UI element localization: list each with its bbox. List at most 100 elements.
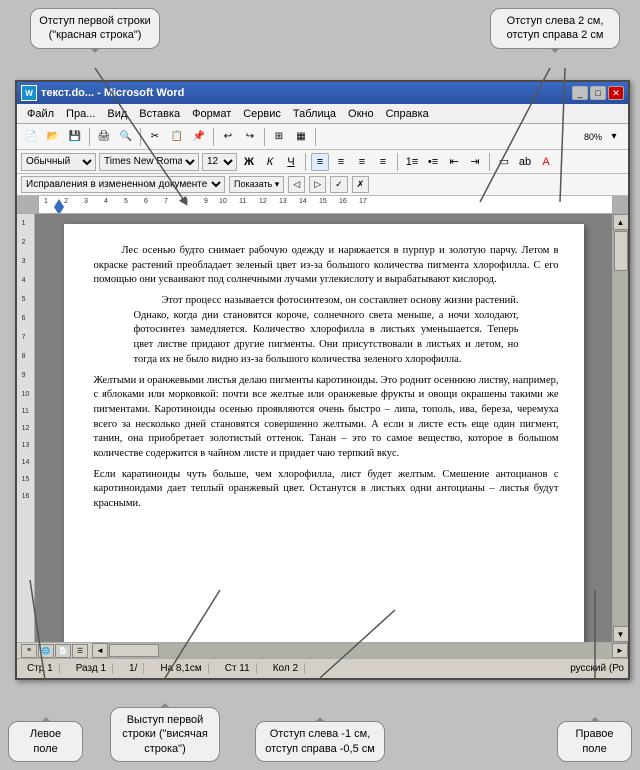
scroll-down-button[interactable]: ▼ xyxy=(613,626,629,642)
scroll-left-button[interactable]: ◄ xyxy=(92,643,108,658)
title-bar-controls: _ □ ✕ xyxy=(572,86,624,100)
menu-help[interactable]: Справка xyxy=(380,106,435,122)
fmt-sep-1 xyxy=(305,153,306,171)
copy-button[interactable]: 📋 xyxy=(167,127,187,147)
scroll-right-button[interactable]: ► xyxy=(612,643,628,658)
maximize-button[interactable]: □ xyxy=(590,86,606,100)
decrease-indent-button[interactable]: ⇤ xyxy=(445,153,463,171)
status-language: русский (Ро xyxy=(570,663,624,674)
toolbar-sep-4 xyxy=(264,128,265,146)
paragraph-4: Если каратиноиды чуть больше, чем хлороф… xyxy=(94,468,559,512)
bubble-top-right: Отступ слева 2 см, отступ справа 2 см xyxy=(490,8,620,49)
style-select[interactable]: Обычный xyxy=(21,153,96,171)
status-bar: Стр 1 Разд 1 1/ На 8,1см Ст 11 Кол 2 рус… xyxy=(17,658,628,678)
scroll-track[interactable] xyxy=(613,230,628,626)
title-bar-text: текст.do... - Microsoft Word xyxy=(41,87,572,99)
normal-view-button[interactable]: ≡ xyxy=(21,644,37,658)
align-center-button[interactable]: ≡ xyxy=(332,153,350,171)
bubble-bottom-third: Отступ слева -1 см, отступ справа -0,5 с… xyxy=(255,721,385,762)
outline-view-button[interactable]: ☰ xyxy=(72,644,88,658)
italic-button[interactable]: К xyxy=(261,153,279,171)
align-right-button[interactable]: ≡ xyxy=(353,153,371,171)
status-line: Ст 11 xyxy=(219,663,257,674)
bubble-bottom-second: Выступ первой строки ("висячая строка") xyxy=(110,707,220,762)
open-button[interactable]: 📂 xyxy=(43,127,63,147)
size-select[interactable]: 12 xyxy=(202,153,237,171)
track-accept-button[interactable]: ✓ xyxy=(330,176,348,193)
status-section: Разд 1 xyxy=(70,663,113,674)
print-view-button[interactable]: 📄 xyxy=(55,644,71,658)
toolbar-sep-1 xyxy=(89,128,90,146)
new-button[interactable]: 📄 xyxy=(21,127,41,147)
track-reject-button[interactable]: ✗ xyxy=(352,176,370,193)
menu-file[interactable]: Файл xyxy=(21,106,60,122)
show-button[interactable]: Показать ▾ xyxy=(229,176,284,193)
bscroll-thumb[interactable] xyxy=(109,644,159,657)
scroll-up-button[interactable]: ▲ xyxy=(613,214,629,230)
doc-scroll[interactable]: Лес осенью будто снимает рабочую одежду … xyxy=(35,214,612,642)
paste-button[interactable]: 📌 xyxy=(189,127,209,147)
fmt-sep-3 xyxy=(489,153,490,171)
bscroll-track[interactable] xyxy=(108,643,612,658)
word-icon: W xyxy=(21,85,37,101)
bubble-bottom-right: Правое поле xyxy=(557,721,632,762)
redo-button[interactable]: ↪ xyxy=(240,127,260,147)
save-button[interactable]: 💾 xyxy=(65,127,85,147)
border-button[interactable]: ▭ xyxy=(495,153,513,171)
scroll-thumb[interactable] xyxy=(614,231,628,271)
bubble-top-left: Отступ первой строки ("красная строка") xyxy=(30,8,160,49)
doc-area: 1 2 3 4 5 6 7 8 9 10 11 12 13 14 15 16 xyxy=(17,214,628,642)
word-window: W текст.do... - Microsoft Word _ □ ✕ Фай… xyxy=(15,80,630,680)
toolbar-sep-2 xyxy=(140,128,141,146)
menu-view[interactable]: Вид xyxy=(101,106,133,122)
toolbar-sep-3 xyxy=(213,128,214,146)
menu-window[interactable]: Окно xyxy=(342,106,380,122)
underline-button[interactable]: Ч xyxy=(282,153,300,171)
increase-indent-button[interactable]: ⇥ xyxy=(466,153,484,171)
close-button[interactable]: ✕ xyxy=(608,86,624,100)
view-mode-buttons: ≡ 🌐 📄 ☰ xyxy=(17,644,92,658)
status-col: Кол 2 xyxy=(267,663,305,674)
web-view-button[interactable]: 🌐 xyxy=(38,644,54,658)
paragraph-3: Желтыми и оранжевыми листья делаю пигмен… xyxy=(94,374,559,462)
align-left-button[interactable]: ≡ xyxy=(311,153,329,171)
doc-page: Лес осенью будто снимает рабочую одежду … xyxy=(64,224,584,642)
status-page: Стр 1 xyxy=(21,663,60,674)
menu-insert[interactable]: Вставка xyxy=(133,106,186,122)
menu-edit[interactable]: Пра... xyxy=(60,106,101,122)
print-button[interactable]: 🖨 xyxy=(94,127,114,147)
menu-service[interactable]: Сервис xyxy=(237,106,287,122)
highlight-button[interactable]: ab xyxy=(516,153,534,171)
preview-button[interactable]: 🔍 xyxy=(116,127,136,147)
align-justify-button[interactable]: ≡ xyxy=(374,153,392,171)
table-button[interactable]: ⊞ xyxy=(269,127,289,147)
zoom-label: 80% xyxy=(584,132,602,142)
track-select[interactable]: Исправления в измененном документе xyxy=(21,176,225,193)
horizontal-ruler: 1 2 3 4 5 6 7 8 9 10 11 12 13 14 15 16 1… xyxy=(17,196,628,214)
undo-button[interactable]: ↩ xyxy=(218,127,238,147)
fmt-sep-2 xyxy=(397,153,398,171)
font-select[interactable]: Times New Roman xyxy=(99,153,199,171)
minimize-button[interactable]: _ xyxy=(572,86,588,100)
columns-button[interactable]: ▦ xyxy=(291,127,311,147)
menu-bar: Файл Пра... Вид Вставка Формат Сервис Та… xyxy=(17,104,628,124)
track-prev-button[interactable]: ◁ xyxy=(288,176,305,193)
cut-button[interactable]: ✂ xyxy=(145,127,165,147)
title-bar: W текст.do... - Microsoft Word _ □ ✕ xyxy=(17,82,628,104)
numbering-button[interactable]: 1≡ xyxy=(403,153,421,171)
toolbar: 📄 📂 💾 🖨 🔍 ✂ 📋 📌 ↩ ↪ ⊞ ▦ 80% ▾ xyxy=(17,124,628,150)
bullets-button[interactable]: •≡ xyxy=(424,153,442,171)
menu-format[interactable]: Формат xyxy=(186,106,237,122)
paragraph-2: Этот процесс называется фотосинтезом, он… xyxy=(134,294,519,367)
left-ruler: 1 2 3 4 5 6 7 8 9 10 11 12 13 14 15 16 xyxy=(17,214,35,642)
track-bar: Исправления в измененном документе Показ… xyxy=(17,174,628,196)
show-label: Показать ▾ xyxy=(234,179,279,190)
status-position: На 8,1см xyxy=(154,663,208,674)
font-color-button[interactable]: A xyxy=(537,153,555,171)
zoom-dropdown[interactable]: ▾ xyxy=(604,127,624,147)
bold-button[interactable]: Ж xyxy=(240,153,258,171)
bubble-bottom-left: Левое поле xyxy=(8,721,83,762)
menu-table[interactable]: Таблица xyxy=(287,106,342,122)
status-pages: 1/ xyxy=(123,663,144,674)
track-next-button[interactable]: ▷ xyxy=(309,176,326,193)
